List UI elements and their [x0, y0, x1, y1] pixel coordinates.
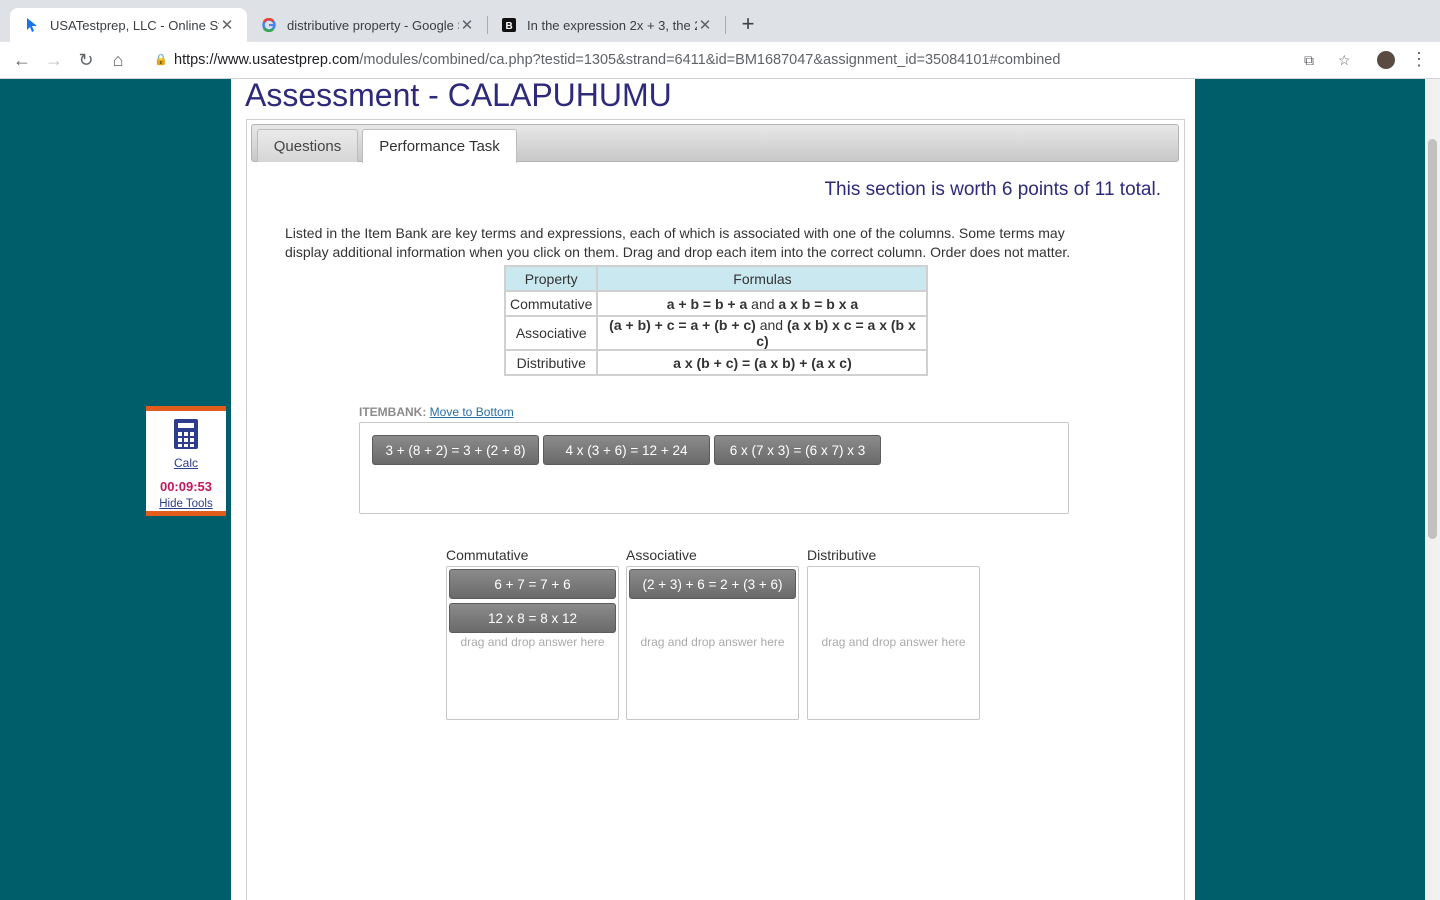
tools-widget: Calc 00:09:53 Hide Tools — [146, 406, 226, 516]
browser-tab-usatestprep[interactable]: USATestprep, LLC - Online Sta ✕ — [10, 8, 247, 42]
column-label-commutative: Commutative — [446, 547, 529, 563]
table-row: Associative (a + b) + c = a + (b + c) an… — [503, 315, 929, 351]
profile-avatar[interactable] — [1377, 51, 1395, 69]
tab-performance-task[interactable]: Performance Task — [362, 129, 517, 163]
tab-questions[interactable]: Questions — [257, 129, 358, 162]
home-icon[interactable]: ⌂ — [106, 48, 130, 72]
cursor-icon — [24, 17, 40, 33]
tab-title: distributive property - Google S — [287, 17, 459, 33]
close-tab-icon[interactable]: ✕ — [697, 16, 713, 34]
drop-column-commutative[interactable]: 6 + 7 = 7 + 6 12 x 8 = 8 x 12 drag and d… — [446, 566, 619, 720]
drop-hint: drag and drop answer here — [460, 635, 605, 649]
browser-tab-strip: USATestprep, LLC - Online Sta ✕ distribu… — [0, 0, 1440, 42]
instructions: Listed in the Item Bank are key terms an… — [285, 225, 1071, 260]
formula-cell: a + b = b + a and a x b = b x a — [596, 290, 929, 317]
assessment-panel: Questions Performance Task This section … — [246, 119, 1185, 900]
drop-hint: drag and drop answer here — [640, 635, 785, 649]
browser-toolbar: ← → ↻ ⌂ 🔒 https://www.usatestprep.com/mo… — [0, 42, 1440, 79]
tab-title: In the expression 2x + 3, the 2 — [527, 17, 697, 33]
property-cell: Distributive — [503, 349, 599, 376]
tab-separator — [725, 16, 726, 34]
back-arrow-icon[interactable]: ← — [10, 48, 34, 72]
itembank-label: ITEMBANK: Move to Bottom — [359, 405, 514, 419]
google-icon — [261, 17, 277, 33]
table-row: Distributive a x (b + c) = (a x b) + (a … — [503, 349, 929, 376]
placed-item[interactable]: 6 + 7 = 7 + 6 — [449, 569, 616, 599]
browser-tab-brainly[interactable]: B In the expression 2x + 3, the 2 ✕ — [487, 8, 725, 42]
address-bar[interactable]: 🔒 https://www.usatestprep.com/modules/co… — [144, 46, 1364, 74]
close-tab-icon[interactable]: ✕ — [459, 16, 475, 34]
translate-icon[interactable]: ⧉ — [1304, 52, 1314, 69]
menu-dots-icon[interactable]: ⋮ — [1410, 48, 1428, 70]
hide-tools-link[interactable]: Hide Tools — [146, 498, 226, 510]
draggable-item[interactable]: 3 + (8 + 2) = 3 + (2 + 8) — [372, 435, 539, 465]
table-header: Formulas — [596, 265, 929, 292]
scroll-thumb[interactable] — [1428, 139, 1437, 539]
formula-cell: a x (b + c) = (a x b) + (a x c) — [596, 349, 929, 376]
forward-arrow-icon[interactable]: → — [42, 48, 66, 72]
drop-hint: drag and drop answer here — [821, 635, 966, 649]
new-tab-button[interactable]: + — [737, 12, 759, 36]
drop-column-distributive[interactable]: drag and drop answer here — [807, 566, 980, 720]
column-label-distributive: Distributive — [807, 547, 877, 563]
table-header: Property — [503, 265, 599, 292]
placed-item[interactable]: (2 + 3) + 6 = 2 + (3 + 6) — [629, 569, 796, 599]
draggable-item[interactable]: 6 x (7 x 3) = (6 x 7) x 3 — [714, 435, 881, 465]
properties-table: Property Formulas Commutative a + b = b … — [503, 265, 929, 376]
points-worth: This section is worth 6 points of 11 tot… — [824, 179, 1161, 200]
itembank[interactable]: 3 + (8 + 2) = 3 + (2 + 8) 4 x (3 + 6) = … — [359, 422, 1069, 514]
page-scrollbar[interactable] — [1425, 79, 1440, 900]
formula-cell: (a + b) + c = a + (b + c) and (a x b) x … — [596, 315, 929, 351]
draggable-item[interactable]: 4 x (3 + 6) = 12 + 24 — [543, 435, 710, 465]
placed-item[interactable]: 12 x 8 = 8 x 12 — [449, 603, 616, 633]
svg-text:B: B — [506, 21, 513, 32]
drop-column-associative[interactable]: (2 + 3) + 6 = 2 + (3 + 6) drag and drop … — [626, 566, 799, 720]
calculator-icon[interactable] — [174, 419, 198, 449]
lock-icon: 🔒 — [154, 54, 168, 66]
url-text: https://www.usatestprep.com/modules/comb… — [174, 52, 1061, 68]
timer: 00:09:53 — [159, 479, 213, 494]
main-content: Assessment - CALAPUHUMU Questions Perfor… — [231, 79, 1195, 900]
b-icon: B — [501, 17, 517, 33]
move-to-bottom-link[interactable]: Move to Bottom — [430, 405, 514, 419]
table-row: Commutative a + b = b + a and a x b = b … — [503, 290, 929, 317]
column-label-associative: Associative — [626, 547, 697, 563]
page-title: Assessment - CALAPUHUMU — [245, 79, 672, 113]
calc-link[interactable]: Calc — [146, 456, 226, 470]
property-cell: Associative — [503, 315, 599, 351]
tab-title: USATestprep, LLC - Online Sta — [50, 17, 219, 33]
section-tabs: Questions Performance Task — [251, 124, 1179, 163]
property-cell: Commutative — [503, 290, 599, 317]
reload-icon[interactable]: ↻ — [74, 48, 98, 72]
close-tab-icon[interactable]: ✕ — [219, 16, 235, 34]
star-icon[interactable]: ☆ — [1338, 52, 1351, 69]
browser-tab-google[interactable]: distributive property - Google S ✕ — [247, 8, 487, 42]
